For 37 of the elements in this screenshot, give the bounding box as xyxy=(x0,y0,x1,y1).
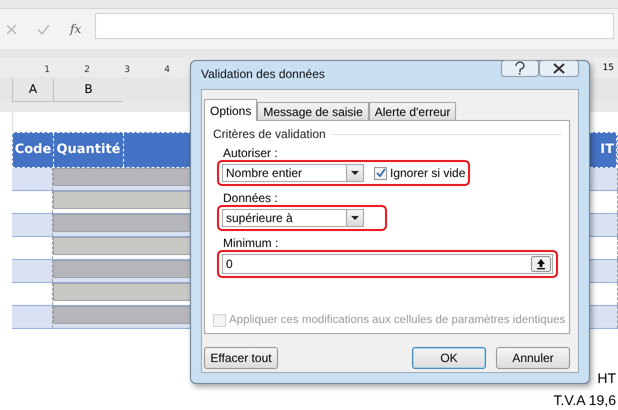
allow-dropdown[interactable]: Nombre entier xyxy=(222,164,364,182)
group-title: Critères de validation xyxy=(213,127,326,141)
table-header: Quantité xyxy=(54,133,124,167)
help-icon[interactable] xyxy=(501,60,539,77)
close-icon[interactable] xyxy=(539,60,579,77)
table-cell-text: T.V.A 19,6 xyxy=(553,391,616,410)
field-label: Données : xyxy=(223,192,279,205)
caret-icon xyxy=(351,216,359,220)
column-header[interactable]: A xyxy=(12,79,53,102)
ruler-number: 15 xyxy=(602,63,614,73)
ruler-number: 3 xyxy=(123,64,130,77)
dialog-button[interactable]: OK xyxy=(412,347,486,369)
checkmark-icon xyxy=(376,168,386,178)
cancel-icon[interactable] xyxy=(6,24,17,34)
table-cell-text: HT xyxy=(597,369,616,388)
formula-input[interactable] xyxy=(95,13,614,39)
minimum-input[interactable]: 0 xyxy=(222,254,553,274)
ruler-number: 4 xyxy=(163,64,170,77)
insert-function-button[interactable]: fx xyxy=(70,22,82,36)
window-title: Validation des données xyxy=(201,67,325,81)
collapse-dialog-icon[interactable] xyxy=(531,256,551,272)
field-label: Autoriser : xyxy=(223,147,279,160)
table-header: Code xyxy=(13,133,54,167)
dialog-button[interactable]: Annuler xyxy=(496,347,570,369)
dialog-button[interactable]: Effacer tout xyxy=(204,347,278,369)
ignore-blank-checkbox[interactable]: Ignorer si vide xyxy=(374,166,466,180)
tab[interactable]: Alerte d'erreur xyxy=(368,102,456,120)
check-icon[interactable] xyxy=(37,24,50,34)
data-dropdown[interactable]: supérieure à xyxy=(222,209,364,227)
table-header: IT xyxy=(598,133,617,167)
tab[interactable]: Options xyxy=(204,99,258,121)
column-header[interactable]: B xyxy=(53,79,123,102)
tab[interactable]: Message de saisie xyxy=(257,102,369,120)
field-label: Minimum : xyxy=(223,237,280,250)
ruler-number: 2 xyxy=(83,64,90,77)
caret-icon xyxy=(351,171,359,175)
ruler-number: 1 xyxy=(43,64,50,77)
